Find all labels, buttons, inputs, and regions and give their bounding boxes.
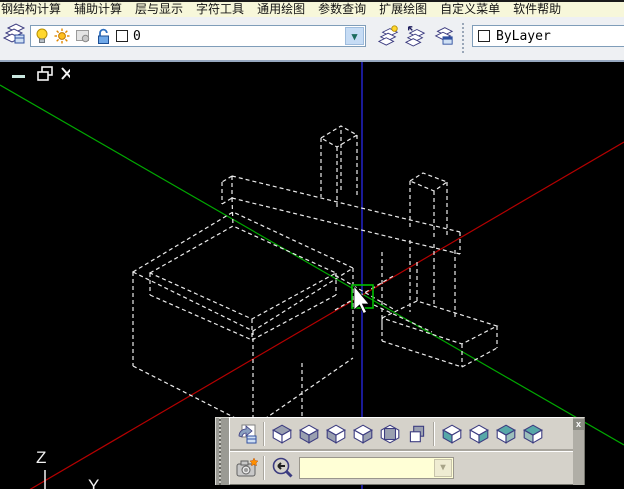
camera-new-view-button[interactable]	[233, 454, 260, 481]
layer-combo-dropdown-button[interactable]: ▾	[345, 27, 364, 45]
layers-manager-icon	[2, 22, 26, 46]
front-view-button[interactable]	[376, 421, 403, 448]
minimize-icon[interactable]	[12, 75, 25, 78]
right-view-icon	[352, 423, 374, 445]
menu-custom-menu[interactable]: 自定义菜单	[440, 2, 500, 17]
lock-open-icon[interactable]	[96, 28, 111, 45]
separator	[263, 422, 265, 446]
menu-text-tools[interactable]: 字符工具	[196, 2, 244, 17]
selected-solid-wireframe[interactable]	[133, 126, 497, 427]
separator	[263, 456, 265, 480]
ucs-z-label: Z	[36, 448, 46, 468]
se-isometric-button[interactable]	[465, 421, 492, 448]
ne-isometric-button[interactable]	[492, 421, 519, 448]
freeze-viewport-icon[interactable]	[75, 28, 91, 44]
front-view-icon	[379, 423, 401, 445]
menu-layer-display[interactable]: 层与显示	[135, 2, 183, 17]
y-axis-line	[0, 85, 624, 445]
current-color-name: ByLayer	[496, 29, 551, 44]
view-toolbar-close-button[interactable]: x	[573, 419, 584, 430]
separator	[433, 422, 435, 446]
layer-color-swatch-icon[interactable]	[116, 30, 128, 42]
menu-extend-draw[interactable]: 扩展绘图	[379, 2, 427, 17]
zoom-previous-button[interactable]	[268, 454, 295, 481]
make-object-layer-current-button[interactable]	[377, 23, 401, 47]
top-view-button[interactable]	[268, 421, 295, 448]
nw-isometric-icon	[522, 423, 544, 445]
right-view-button[interactable]	[349, 421, 376, 448]
menu-bar: 钢结构计算 辅助计算 层与显示 字符工具 通用绘图 参数查询 扩展绘图 自定义菜…	[0, 2, 624, 17]
zoom-previous-icon	[270, 456, 294, 480]
layer-toolbar: 0 ▾	[0, 17, 624, 62]
layer-previous-button[interactable]	[404, 23, 428, 47]
view-toolbar-row2: ▾	[230, 451, 573, 485]
nw-isometric-button[interactable]	[519, 421, 546, 448]
view-name-combo[interactable]: ▾	[299, 457, 454, 479]
bottom-view-button[interactable]	[295, 421, 322, 448]
named-views-button[interactable]	[233, 421, 260, 448]
view-combo-dropdown-button[interactable]: ▾	[434, 459, 452, 477]
view-toolbar-caption: x	[573, 417, 585, 485]
menu-general-draw[interactable]: 通用绘图	[257, 2, 305, 17]
left-view-icon	[325, 423, 347, 445]
view-toolbar-grip[interactable]	[215, 417, 229, 485]
back-view-button[interactable]	[403, 421, 430, 448]
sw-isometric-icon	[441, 423, 463, 445]
se-isometric-icon	[468, 423, 490, 445]
ne-isometric-icon	[495, 423, 517, 445]
camera-icon	[235, 456, 259, 480]
menu-aux-calc[interactable]: 辅助计算	[74, 2, 122, 17]
view-toolbar: ▾ x	[215, 417, 585, 485]
view-toolbar-row1	[230, 418, 573, 451]
toolbar-separator-grip	[462, 23, 466, 53]
make-object-layer-current-icon	[378, 23, 400, 47]
menu-steel-calc[interactable]: 钢结构计算	[1, 2, 61, 17]
layer-previous-icon	[405, 23, 427, 47]
top-view-icon	[271, 423, 293, 445]
sun-thaw-icon[interactable]	[54, 28, 70, 44]
window-controls	[0, 62, 70, 86]
back-view-icon	[406, 423, 428, 445]
bottom-view-icon	[298, 423, 320, 445]
left-view-button[interactable]	[322, 421, 349, 448]
view-toolbar-panel: ▾	[229, 417, 573, 485]
layer-states-button[interactable]	[431, 23, 455, 47]
restore-icon[interactable]	[38, 67, 52, 80]
named-views-icon	[235, 422, 259, 446]
menu-software-help[interactable]: 软件帮助	[513, 2, 561, 17]
color-combo[interactable]: ByLayer	[472, 25, 624, 47]
close-icon[interactable]	[62, 68, 70, 79]
current-color-swatch-icon	[478, 30, 490, 42]
layers-manager-button[interactable]	[1, 21, 27, 47]
layer-combo[interactable]: 0 ▾	[30, 25, 366, 47]
menu-param-query[interactable]: 参数查询	[318, 2, 366, 17]
layer-states-icon	[432, 23, 454, 47]
current-layer-name: 0	[133, 29, 141, 44]
application-window: 钢结构计算 辅助计算 层与显示 字符工具 通用绘图 参数查询 扩展绘图 自定义菜…	[0, 0, 624, 489]
bulb-on-icon[interactable]	[35, 28, 49, 44]
ucs-y-label: Y	[88, 476, 99, 489]
sw-isometric-button[interactable]	[438, 421, 465, 448]
